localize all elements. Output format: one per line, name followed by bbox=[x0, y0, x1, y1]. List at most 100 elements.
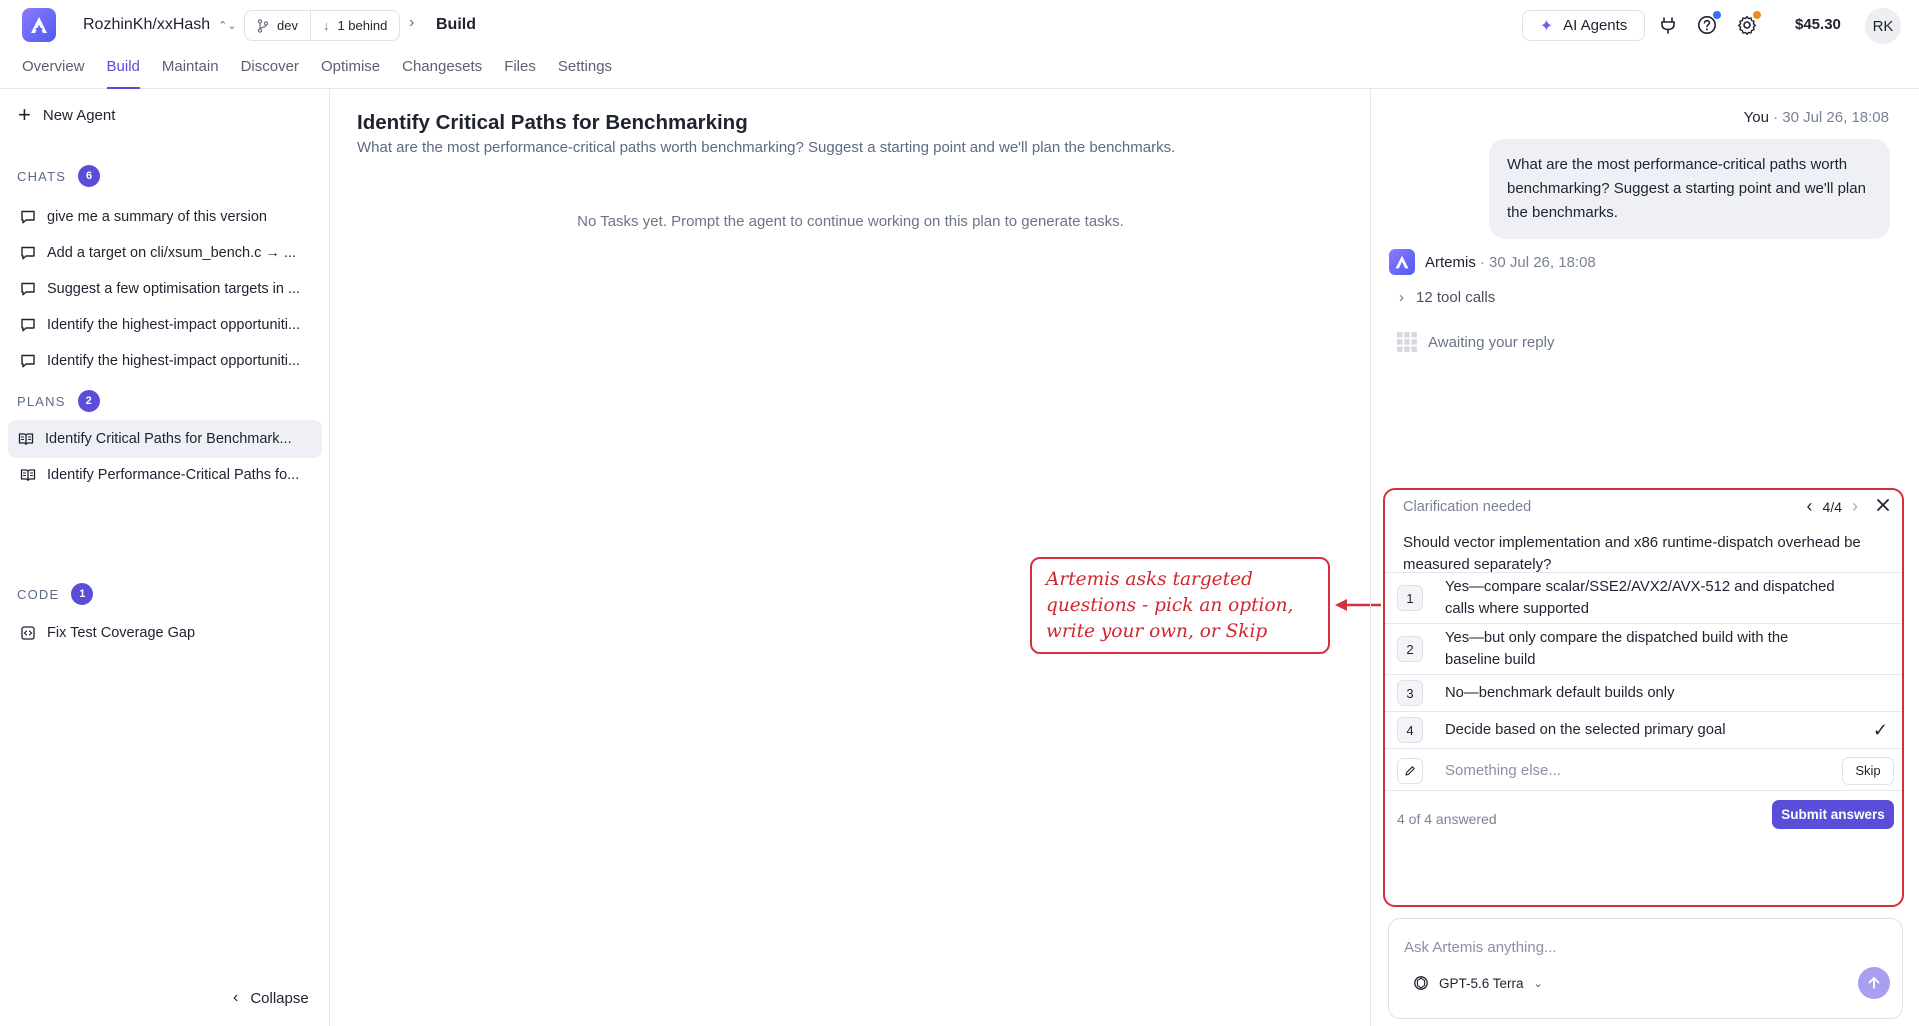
plans-title: PLANS bbox=[17, 393, 66, 409]
tab-optimise[interactable]: Optimise bbox=[321, 50, 380, 89]
awaiting-label: Awaiting your reply bbox=[1428, 333, 1555, 351]
tab-maintain[interactable]: Maintain bbox=[162, 50, 219, 89]
user-avatar[interactable]: RK bbox=[1865, 8, 1901, 44]
tab-settings[interactable]: Settings bbox=[558, 50, 612, 89]
model-selector[interactable]: GPT-5.6 Terra ⌄ bbox=[1413, 975, 1543, 991]
user-message-bubble: What are the most performance-critical p… bbox=[1489, 139, 1890, 239]
answer-option-3[interactable]: 3 No—benchmark default builds only bbox=[1385, 674, 1902, 711]
help-button[interactable] bbox=[1695, 11, 1721, 37]
openai-logo-icon bbox=[1414, 976, 1428, 990]
tool-calls-toggle[interactable]: › 12 tool calls bbox=[1399, 289, 1495, 306]
settings-button[interactable] bbox=[1735, 11, 1761, 37]
pager-label: 4/4 bbox=[1822, 498, 1842, 515]
chevron-right-icon: › bbox=[1399, 289, 1404, 306]
credit-balance[interactable]: $45.30 bbox=[1795, 16, 1841, 33]
plan-item[interactable]: Identify Critical Paths for Benchmark... bbox=[8, 420, 322, 458]
chat-input[interactable]: Ask Artemis anything... bbox=[1404, 939, 1557, 956]
new-agent-button[interactable]: + New Agent bbox=[18, 102, 116, 127]
close-icon bbox=[1877, 499, 1889, 511]
code-item[interactable]: Fix Test Coverage Gap bbox=[10, 614, 320, 652]
tool-calls-label: 12 tool calls bbox=[1416, 289, 1496, 306]
app-logo[interactable] bbox=[22, 8, 56, 42]
custom-answer-row: Something else... Skip bbox=[1385, 748, 1902, 792]
page-title: Identify Critical Paths for Benchmarking bbox=[357, 111, 748, 134]
code-item-label: Fix Test Coverage Gap bbox=[47, 625, 196, 641]
code-title-row: CODE 1 bbox=[17, 583, 94, 605]
close-button[interactable] bbox=[1876, 498, 1890, 515]
git-branch-icon bbox=[257, 18, 269, 33]
repo-selector[interactable]: RozhinKh/xxHash ⌃⌄ bbox=[83, 16, 237, 34]
send-button[interactable] bbox=[1858, 967, 1890, 999]
answer-option-2[interactable]: 2 Yes—but only compare the dispatched bu… bbox=[1385, 623, 1902, 674]
clarification-card: Clarification needed ‹ 4/4 › Should vect… bbox=[1383, 488, 1904, 907]
chat-item[interactable]: Identify the highest-impact opportuniti.… bbox=[10, 306, 320, 344]
user-message-meta: You · 30 Jul 26, 18:08 bbox=[1744, 109, 1889, 126]
option-text: No—benchmark default builds only bbox=[1445, 685, 1675, 701]
answer-option-4[interactable]: 4 Decide based on the selected primary g… bbox=[1385, 711, 1902, 748]
breadcrumb-current: Build bbox=[436, 16, 476, 33]
chat-item[interactable]: Add a target on cli/xsum_bench.c → ... bbox=[10, 234, 320, 272]
tab-discover[interactable]: Discover bbox=[241, 50, 299, 89]
option-text: Yes—compare scalar/SSE2/AVX2/AVX-512 and… bbox=[1445, 579, 1835, 617]
chat-bubble-icon bbox=[21, 282, 35, 296]
plug-button[interactable] bbox=[1656, 13, 1680, 37]
branch-box: dev ↓ 1 behind bbox=[244, 10, 401, 41]
chat-item-label: give me a summary of this version bbox=[47, 209, 267, 225]
header-row: RozhinKh/xxHash ⌃⌄ dev ↓ 1 behind › Buil… bbox=[0, 0, 1919, 50]
chats-title: CHATS bbox=[17, 168, 67, 184]
behind-label: 1 behind bbox=[337, 18, 388, 33]
option-number: 1 bbox=[1397, 585, 1423, 611]
chevron-right-icon: › bbox=[409, 14, 415, 31]
page-subtitle: What are the most performance-critical p… bbox=[357, 139, 1176, 156]
model-name: GPT-5.6 Terra bbox=[1439, 975, 1524, 991]
custom-answer-input[interactable]: Something else... bbox=[1445, 762, 1561, 779]
behind-status[interactable]: ↓ 1 behind bbox=[309, 11, 399, 40]
tab-files[interactable]: Files bbox=[504, 50, 536, 89]
annotation-callout: Artemis asks targeted questions - pick a… bbox=[1030, 557, 1330, 654]
branch-name: dev bbox=[277, 18, 298, 33]
plan-item-label: Identify Performance-Critical Paths fo..… bbox=[47, 467, 300, 483]
user-name: You bbox=[1743, 109, 1769, 126]
clarification-footer: 4 of 4 answered Submit answers bbox=[1385, 790, 1902, 849]
prev-question-button[interactable]: ‹ bbox=[1807, 496, 1813, 517]
plan-item-label: Identify Critical Paths for Benchmark... bbox=[45, 431, 292, 447]
next-question-button[interactable]: › bbox=[1852, 496, 1858, 517]
plan-item[interactable]: Identify Performance-Critical Paths fo..… bbox=[10, 456, 320, 494]
grid-loader-icon bbox=[1397, 332, 1417, 352]
sidebar: + New Agent CHATS 6 give me a summary of… bbox=[0, 89, 330, 1026]
new-agent-label: New Agent bbox=[42, 106, 116, 124]
empty-state: No Tasks yet. Prompt the agent to contin… bbox=[577, 213, 1124, 230]
clarification-pager: ‹ 4/4 › bbox=[1807, 496, 1890, 517]
option-text: Yes—but only compare the dispatched buil… bbox=[1445, 630, 1789, 668]
plus-icon: + bbox=[18, 102, 31, 127]
chat-bubble-icon bbox=[21, 210, 35, 224]
notification-dot bbox=[1753, 11, 1761, 19]
branch-selector[interactable]: dev bbox=[245, 11, 310, 40]
notification-dot bbox=[1713, 11, 1721, 19]
collapse-button[interactable]: ‹ Collapse bbox=[233, 989, 309, 1007]
ai-agents-button[interactable]: ✦ AI Agents bbox=[1522, 10, 1645, 41]
option-text: Decide based on the selected primary goa… bbox=[1445, 722, 1726, 738]
answer-option-1[interactable]: 1 Yes—compare scalar/SSE2/AVX2/AVX-512 a… bbox=[1385, 572, 1902, 623]
chat-item[interactable]: Identify the highest-impact opportuniti.… bbox=[10, 342, 320, 380]
chat-bubble-icon bbox=[21, 354, 35, 368]
chevron-left-icon: ‹ bbox=[233, 989, 239, 1006]
skip-button[interactable]: Skip bbox=[1842, 756, 1894, 785]
plans-title-row: PLANS 2 bbox=[17, 390, 100, 412]
chat-item[interactable]: Suggest a few optimisation targets in ..… bbox=[10, 270, 320, 308]
submit-answers-button[interactable]: Submit answers bbox=[1772, 800, 1894, 829]
code-title: CODE bbox=[17, 586, 60, 602]
tab-overview[interactable]: Overview bbox=[22, 50, 85, 89]
chats-count-badge: 6 bbox=[78, 165, 101, 187]
chat-item[interactable]: give me a summary of this version bbox=[10, 198, 320, 236]
chat-item-label: Suggest a few optimisation targets in ..… bbox=[47, 281, 301, 297]
agent-name: Artemis bbox=[1425, 253, 1476, 271]
nav-tabs: Overview Build Maintain Discover Optimis… bbox=[0, 50, 612, 89]
awaiting-status: Awaiting your reply bbox=[1396, 331, 1554, 353]
chevron-updown-icon: ⌃⌄ bbox=[218, 19, 237, 32]
tab-changesets[interactable]: Changesets bbox=[402, 50, 482, 89]
answered-count: 4 of 4 answered bbox=[1397, 811, 1497, 827]
check-icon: ✓ bbox=[1872, 719, 1888, 740]
tab-build[interactable]: Build bbox=[106, 50, 141, 89]
repo-name: RozhinKh/xxHash bbox=[83, 16, 211, 33]
